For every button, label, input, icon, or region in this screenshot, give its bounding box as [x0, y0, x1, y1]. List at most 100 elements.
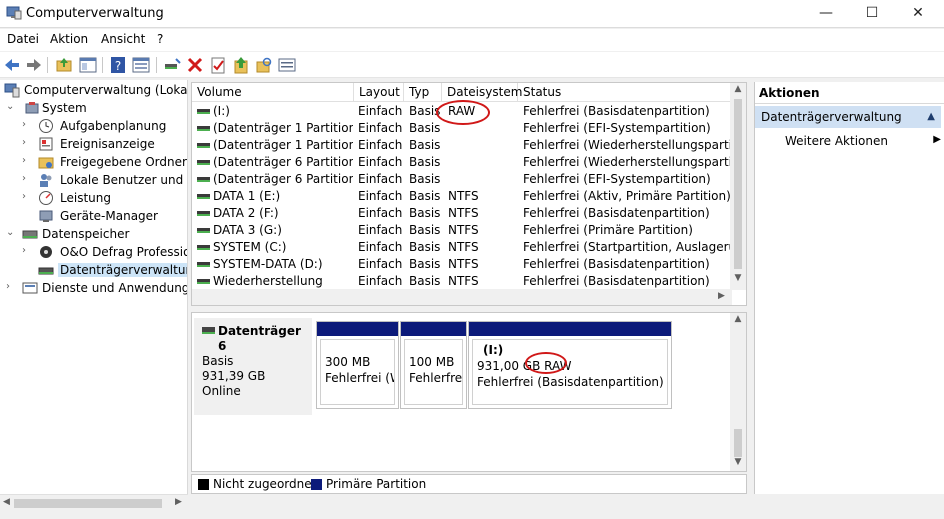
delete-icon[interactable] — [185, 55, 205, 75]
partition-band — [401, 322, 466, 336]
cell-status: Fehlerfrei (Startpartition, Auslagerungs… — [523, 240, 730, 254]
maximize-button[interactable]: ☐ — [849, 0, 895, 28]
partition-block-selected[interactable]: (I:) 931,00 GB RAW Fehlerfrei (Basisdate… — [468, 321, 672, 409]
scroll-left-icon[interactable]: ◀ — [3, 497, 10, 507]
volume-horizontal-scrollbar[interactable]: ▶ — [192, 289, 732, 305]
search-folder-icon[interactable] — [254, 55, 274, 75]
properties-view-icon[interactable] — [131, 55, 151, 75]
back-arrow-icon[interactable] — [2, 55, 22, 75]
minimize-button[interactable]: — — [803, 0, 849, 28]
partition-size: 300 MB — [325, 355, 371, 369]
cell-typ: Basis — [409, 223, 441, 237]
scrollbar-thumb[interactable] — [14, 499, 162, 508]
cell-volume: (I:) — [213, 104, 230, 118]
chevron-right-icon[interactable]: › — [22, 245, 32, 256]
scrollbar-thumb[interactable] — [734, 99, 742, 269]
column-header-dateisystem[interactable]: Dateisystem — [442, 83, 522, 102]
tree-horizontal-scrollbar[interactable]: ◀ ▶ — [0, 494, 188, 511]
table-row[interactable]: (Datenträger 1 Partition 5) Einfach Basis F… — [192, 137, 732, 154]
volume-icon — [197, 279, 210, 284]
scroll-right-icon[interactable]: ▶ — [175, 497, 182, 507]
scroll-up-icon[interactable]: ▲ — [730, 314, 746, 328]
cell-layout: Einfach — [358, 206, 403, 220]
chevron-right-icon[interactable]: › — [6, 281, 16, 292]
actions-section-datentraegerverwaltung[interactable]: Datenträgerverwaltung ▲ — [755, 106, 941, 128]
cell-typ: Basis — [409, 121, 441, 135]
toolbar: ? — [0, 52, 944, 78]
tree-label: System — [42, 101, 87, 115]
partition-size: 100 MB — [409, 355, 455, 369]
chevron-right-icon[interactable]: › — [22, 137, 32, 148]
table-row[interactable]: (Datenträger 6 Partition 2) Einfach Basis F… — [192, 171, 732, 188]
volume-icon — [197, 194, 210, 199]
cell-volume: (Datenträger 1 Partition 5) — [213, 138, 353, 152]
computer-management-icon — [4, 82, 20, 98]
column-header-volume[interactable]: Volume — [192, 83, 354, 102]
table-row[interactable]: DATA 3 (G:) Einfach Basis NTFS Fehlerfrei (P… — [192, 222, 732, 239]
toolbar-separator — [156, 57, 157, 73]
volume-vertical-scrollbar[interactable]: ▲ ▼ — [730, 83, 746, 290]
volume-icon — [197, 262, 210, 267]
cell-typ: Basis — [409, 172, 441, 186]
cell-dateisystem: NTFS — [448, 274, 479, 288]
cell-layout: Einfach — [358, 104, 403, 118]
collapse-arrow-icon[interactable]: ▲ — [927, 111, 935, 122]
chevron-right-icon[interactable]: › — [22, 155, 32, 166]
table-row[interactable]: DATA 1 (E:) Einfach Basis NTFS Fehlerfrei (A… — [192, 188, 732, 205]
table-row[interactable]: Wiederherstellung Einfach Basis NTFS Fehlerf… — [192, 273, 732, 290]
chevron-right-icon[interactable]: › — [22, 173, 32, 184]
scroll-down-icon[interactable]: ▼ — [730, 457, 746, 471]
chevron-right-icon[interactable]: › — [22, 191, 32, 202]
annotation-circle — [525, 352, 567, 374]
partition-label: (I:) — [483, 343, 504, 357]
column-header-typ[interactable]: Typ — [404, 83, 442, 102]
services-icon — [22, 280, 38, 296]
chevron-right-icon[interactable]: › — [22, 119, 32, 130]
partition-block[interactable]: 100 MB Fehlerfrei — [400, 321, 467, 409]
export-icon[interactable] — [231, 55, 251, 75]
section-label: Datenträgerverwaltung — [761, 110, 902, 124]
help-icon[interactable]: ? — [108, 55, 128, 75]
computer-management-icon — [6, 6, 22, 20]
menu-ansicht[interactable]: Ansicht — [101, 32, 145, 46]
partition-block[interactable]: 300 MB Fehlerfrei (W — [316, 321, 399, 409]
close-button[interactable]: ✕ — [895, 0, 941, 28]
disk-name: Datenträger 6 — [218, 324, 301, 353]
chevron-down-icon[interactable]: ⌄ — [6, 227, 16, 238]
action-weitere-aktionen[interactable]: Weitere Aktionen ▶ — [785, 134, 941, 148]
scroll-right-icon[interactable]: ▶ — [718, 291, 725, 301]
table-row[interactable]: SYSTEM (C:) Einfach Basis NTFS Fehlerfrei (S… — [192, 239, 732, 256]
disk-info[interactable]: Datenträger 6 Basis 931,39 GB Online — [194, 318, 312, 415]
device-manager-icon — [38, 208, 54, 224]
disk-vertical-scrollbar[interactable]: ▲ ▼ — [730, 313, 746, 471]
cell-status: Fehlerfrei (Basisdatenpartition) — [523, 206, 710, 220]
tree-label: Lokale Benutzer und Gr — [60, 173, 188, 187]
scroll-up-icon[interactable]: ▲ — [730, 84, 746, 98]
cell-volume: SYSTEM-DATA (D:) — [213, 257, 323, 271]
cell-typ: Basis — [409, 274, 441, 288]
chevron-down-icon[interactable]: ⌄ — [6, 101, 16, 112]
legend-primary: Primäre Partition — [326, 477, 427, 491]
menu-datei[interactable]: Datei — [7, 32, 39, 46]
column-header-layout[interactable]: Layout — [354, 83, 404, 102]
column-header-status[interactable]: Status — [518, 83, 732, 102]
forward-arrow-icon[interactable] — [24, 55, 44, 75]
legend: Nicht zugeordnet Primäre Partition — [191, 474, 747, 494]
scroll-down-icon[interactable]: ▼ — [730, 273, 746, 287]
partition-status: Fehlerfrei (W — [325, 371, 395, 385]
table-row[interactable]: DATA 2 (F:) Einfach Basis NTFS Fehlerfrei (B… — [192, 205, 732, 222]
connect-disk-icon[interactable] — [162, 55, 182, 75]
scrollbar-thumb[interactable] — [734, 429, 742, 457]
cell-layout: Einfach — [358, 138, 403, 152]
up-folder-icon[interactable] — [54, 55, 74, 75]
show-hide-tree-icon[interactable] — [78, 55, 98, 75]
tree-label: Ereignisanzeige — [60, 137, 155, 151]
checklist-icon[interactable] — [208, 55, 228, 75]
list-view-icon[interactable] — [277, 55, 297, 75]
cell-status: Fehlerfrei (Wiederherstellungspartition) — [523, 155, 730, 169]
table-row[interactable]: SYSTEM-DATA (D:) Einfach Basis NTFS Fehlerfr… — [192, 256, 732, 273]
table-row[interactable]: (Datenträger 6 Partition 1) Einfach Basis F… — [192, 154, 732, 171]
menu-help[interactable]: ? — [157, 32, 163, 46]
menu-aktion[interactable]: Aktion — [50, 32, 88, 46]
cell-dateisystem: NTFS — [448, 223, 479, 237]
